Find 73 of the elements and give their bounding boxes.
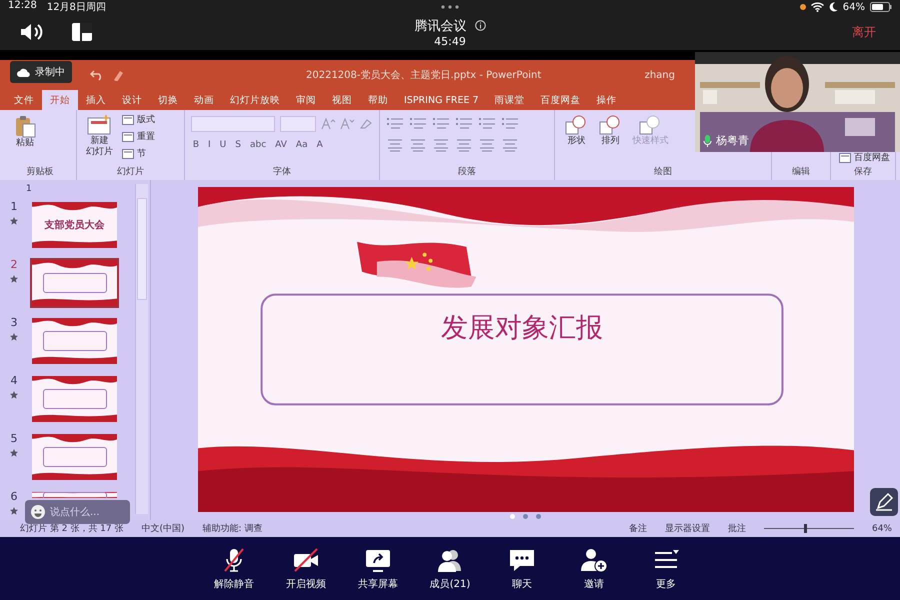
meeting-title: 腾讯会议 [414, 18, 466, 34]
date-text: 12月8日周四 [46, 1, 106, 14]
format-button[interactable]: abc [248, 140, 268, 150]
toolbar-button[interactable]: 邀请 [573, 546, 615, 590]
ribbon-tab[interactable]: 文件 [6, 90, 42, 110]
ribbon-tab[interactable]: 操作 [588, 90, 625, 110]
participant-name: 杨粤青 [716, 133, 749, 148]
ribbon-button[interactable]: 重置 [120, 129, 157, 144]
window-title: 20221208-党员大会、主题党日.pptx - PowerPoint [306, 68, 542, 82]
thumbnail-title: 支部党员大会 [44, 218, 104, 232]
group-label: 绘图 [654, 166, 672, 178]
ribbon-tab[interactable]: 开始 [42, 90, 78, 110]
status-button[interactable]: 备注 [628, 522, 647, 535]
toolbar-button[interactable]: 成员(21) [429, 546, 471, 590]
chat-input[interactable]: 说点什么... [50, 506, 120, 518]
group-label: 保存 [854, 166, 872, 178]
ribbon-tab[interactable]: 设计 [114, 90, 150, 110]
status-button[interactable]: 批注 [728, 522, 746, 535]
ribbon-button[interactable]: 版式 [120, 112, 157, 127]
format-button[interactable]: U [218, 140, 228, 150]
ribbon-button[interactable]: 粘贴 [10, 112, 40, 151]
ribbon-button[interactable]: 形状 [561, 112, 592, 149]
group-label: 段落 [458, 166, 476, 178]
toolbar-button[interactable]: 开启视频 [285, 546, 327, 590]
group-label: 编辑 [792, 166, 810, 178]
slide-number: 4 [10, 374, 18, 387]
ribbon-tab[interactable]: 视图 [324, 90, 360, 110]
ribbon-tab[interactable]: 幻灯片放映 [222, 90, 288, 110]
ribbon-tab[interactable]: 审阅 [288, 90, 324, 110]
ribbon-tab[interactable]: 插入 [78, 90, 114, 110]
toolbar-button[interactable]: 解除静音 [213, 546, 255, 590]
status-text: 幻灯片 第 2 张，共 17 张 [20, 522, 124, 535]
leave-button[interactable]: 离开 [848, 24, 880, 40]
toolbar-button[interactable]: 共享屏幕 [357, 546, 399, 590]
status-text: 中文(中国) [141, 522, 185, 535]
status-text: 辅助功能: 调查 [202, 522, 262, 535]
ribbon-button[interactable]: 排列 [595, 112, 626, 149]
group-label: 幻灯片 [116, 166, 144, 178]
format-button[interactable]: B [190, 140, 201, 150]
group-label: 剪贴板 [26, 166, 54, 178]
ribbon-tab[interactable]: ISPRING FREE 7 [396, 90, 487, 110]
format-button[interactable]: A [314, 140, 325, 150]
toolbar-button[interactable]: 聊天 [501, 546, 543, 590]
section-label[interactable]: 1 [26, 184, 32, 194]
format-button[interactable]: S [233, 140, 243, 150]
ribbon-button[interactable]: 新建 幻灯片 [82, 112, 116, 160]
ribbon-tab[interactable]: 百度网盘 [532, 90, 589, 110]
chat-field[interactable]: 说点什么... [25, 500, 130, 524]
ribbon-tab[interactable]: 帮助 [360, 90, 396, 110]
format-button[interactable]: AV [273, 140, 289, 150]
ribbon-tab[interactable]: 动画 [186, 90, 222, 110]
group-label: 字体 [272, 166, 291, 178]
ribbon-button[interactable]: 节 [120, 146, 157, 161]
slide-number: 1 [10, 200, 18, 213]
ribbon-tab[interactable]: 雨课堂 [486, 90, 533, 110]
ribbon-button[interactable]: 百度网盘 [836, 150, 892, 165]
ribbon-tab[interactable]: 切换 [150, 90, 186, 110]
status-button[interactable]: 显示器设置 [664, 522, 710, 535]
battery-percent: 64% [842, 2, 865, 12]
slide-number: 2 [10, 258, 18, 271]
slide-number: 3 [10, 316, 18, 329]
recording-badge: 录制中 [10, 61, 72, 83]
slide-number: 6 [10, 490, 18, 503]
slide-thumbnail[interactable]: 支部党员大会 [30, 200, 119, 250]
slide-number: 5 [10, 432, 18, 445]
format-button[interactable]: Aa [294, 140, 310, 150]
format-button[interactable]: I [206, 140, 213, 150]
slide-title: 发展对象汇报 [440, 312, 602, 344]
zoom-percent: 64% [872, 524, 892, 534]
clock-time: 12:28 [8, 0, 37, 13]
user-name: zhang [644, 70, 675, 80]
toolbar-button[interactable]: 更多 [645, 546, 687, 590]
meeting-timer: 45:49 [434, 34, 466, 48]
